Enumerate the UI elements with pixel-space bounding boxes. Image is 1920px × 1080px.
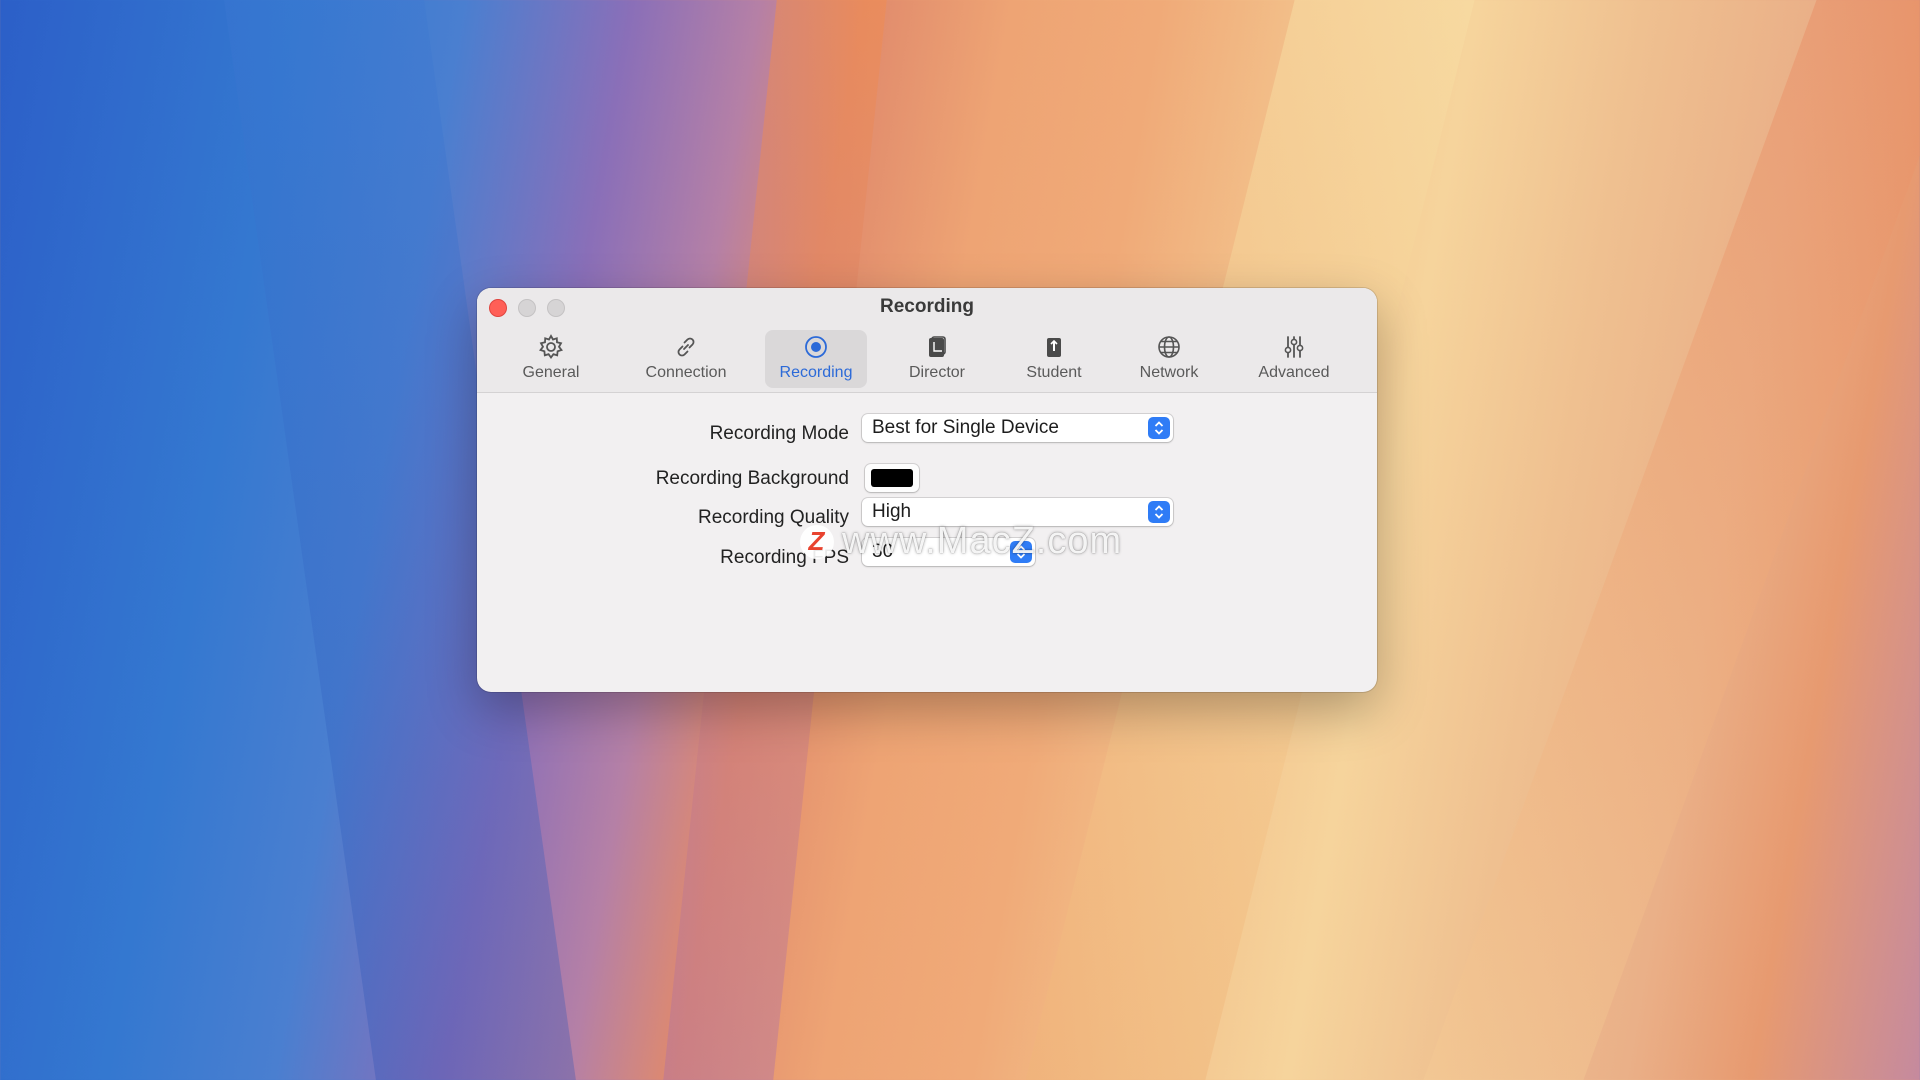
tab-label: Student	[1026, 364, 1082, 381]
student-icon	[1038, 332, 1070, 362]
preferences-tabs: General Connection Recording Director St…	[477, 330, 1377, 388]
tab-recording[interactable]: Recording	[765, 330, 867, 388]
window-title: Recording	[880, 296, 974, 317]
record-icon	[800, 332, 832, 362]
recording-mode-label: Recording Mode	[709, 423, 849, 444]
chevron-updown-icon	[1148, 501, 1170, 523]
watermark-logo: Z	[800, 524, 834, 559]
watermark-text: www.MacZ.com	[842, 520, 1123, 562]
globe-icon	[1153, 332, 1185, 362]
tab-advanced[interactable]: Advanced	[1245, 330, 1343, 388]
tab-label: Network	[1139, 364, 1199, 381]
link-icon	[670, 332, 702, 362]
sliders-icon	[1278, 332, 1310, 362]
recording-mode-popup[interactable]: Best for Single Device	[862, 414, 1173, 442]
tab-network[interactable]: Network	[1127, 330, 1211, 388]
gear-icon	[535, 332, 567, 362]
tab-label: Advanced	[1258, 364, 1330, 381]
tab-general[interactable]: General	[507, 330, 595, 388]
tab-label: Director	[908, 364, 965, 381]
director-icon	[921, 332, 953, 362]
recording-background-color-well[interactable]	[865, 464, 919, 492]
tab-connection[interactable]: Connection	[625, 330, 747, 388]
tab-label: Recording	[779, 364, 853, 381]
recording-quality-value: High	[872, 501, 912, 522]
window-toolbar: Recording General Connection Recording D…	[477, 288, 1377, 393]
tab-director[interactable]: Director	[895, 330, 979, 388]
watermark: Z www.MacZ.com	[800, 520, 1122, 563]
wallpaper-stripe	[1423, 0, 1920, 1080]
tab-label: Connection	[645, 364, 727, 381]
tab-label: General	[522, 364, 580, 381]
color-swatch	[871, 469, 913, 487]
preferences-window: Recording General Connection Recording D…	[477, 288, 1377, 692]
chevron-updown-icon	[1148, 417, 1170, 439]
tab-student[interactable]: Student	[1013, 330, 1095, 388]
recording-background-label: Recording Background	[655, 468, 849, 489]
recording-mode-value: Best for Single Device	[872, 417, 1059, 438]
